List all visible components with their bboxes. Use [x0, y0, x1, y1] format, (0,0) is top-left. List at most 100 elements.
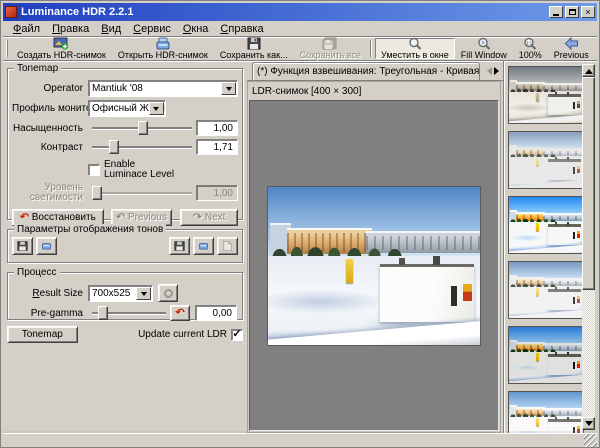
- title-bar[interactable]: Luminance HDR 2.2.1 ×: [3, 3, 597, 21]
- menu-edit[interactable]: Правка: [46, 22, 95, 36]
- previous-frame-button[interactable]: Previous: [548, 38, 595, 59]
- new-hdr-button[interactable]: Создать HDR-снимок: [11, 38, 112, 59]
- fit-window-button[interactable]: Уместить в окне: [375, 38, 455, 59]
- save-params-button[interactable]: [12, 237, 33, 255]
- chevron-down-icon[interactable]: [149, 102, 164, 115]
- enable-luminance-checkbox[interactable]: [88, 164, 100, 176]
- zoom-100-button[interactable]: 1:1 100%: [513, 38, 548, 59]
- maximize-icon: [569, 9, 576, 15]
- photo-white-kiosk: [548, 159, 581, 180]
- image-viewport[interactable]: [249, 100, 499, 431]
- maximize-button[interactable]: [565, 6, 579, 18]
- photo-kiosk-sign: [577, 296, 580, 302]
- pregamma-slider[interactable]: [92, 305, 166, 321]
- next-settings-button: ↷ Next: [180, 209, 238, 226]
- save-as-button[interactable]: Сохранить как...: [214, 38, 294, 59]
- ldr-photo: [509, 392, 583, 433]
- photo-kiosk-sign: [577, 231, 580, 237]
- previous-settings-label: Previous: [128, 212, 167, 223]
- load-comments-button[interactable]: [193, 237, 214, 255]
- photo-kiosk-sign: [577, 101, 580, 107]
- previous-frame-label: Previous: [554, 50, 589, 60]
- toolbar-handle[interactable]: [6, 40, 8, 57]
- pregamma-reset-button[interactable]: ↶: [170, 305, 190, 321]
- tone-params-group: Параметры отображения тонов: [7, 229, 243, 263]
- load-icon: [198, 240, 209, 252]
- photo-yellow-sign: [536, 93, 538, 101]
- menu-file[interactable]: Файл: [7, 22, 46, 36]
- close-button[interactable]: ×: [581, 6, 595, 18]
- ldr-subwindow: LDR-снимок [400 × 300]: [247, 81, 501, 433]
- slider-handle[interactable]: [138, 121, 148, 135]
- ldr-photo: [509, 262, 583, 318]
- photo-white-kiosk: [548, 354, 581, 375]
- update-ldr-label: Update current LDR: [138, 329, 227, 340]
- luminance-level-value: 1,00: [196, 185, 238, 201]
- custom-size-button[interactable]: [158, 284, 178, 302]
- photo-yellow-sign: [536, 353, 538, 361]
- chevron-right-icon: [494, 67, 503, 75]
- result-size-select[interactable]: 700x525: [88, 285, 153, 302]
- ldr-thumbnail[interactable]: [509, 392, 583, 433]
- photo-kiosk-door: [573, 297, 575, 304]
- status-bar: [3, 433, 597, 447]
- sidebar-scrollbar[interactable]: [582, 64, 595, 430]
- saturation-value[interactable]: 1,00: [196, 120, 238, 136]
- operator-select[interactable]: Mantiuk '08: [88, 80, 238, 97]
- photo-yellow-sign: [536, 158, 538, 166]
- open-hdr-button[interactable]: Открыть HDR-снимок: [112, 38, 214, 59]
- slider-track: [92, 146, 192, 148]
- pregamma-value[interactable]: 0,00: [195, 305, 237, 321]
- save-icon: [17, 240, 28, 252]
- load-params-button[interactable]: [36, 237, 57, 255]
- save-as-icon: [245, 37, 263, 50]
- photo-yellow-sign: [536, 223, 538, 231]
- scrollbar-thumb[interactable]: [582, 77, 595, 290]
- zoom-100-label: 100%: [519, 50, 542, 60]
- monitor-profile-select[interactable]: Офисный ЖК-монитор: [88, 100, 166, 117]
- photo-roof-vent: [555, 352, 557, 355]
- update-ldr-checkbox[interactable]: ✓: [231, 329, 243, 341]
- ldr-photo: [509, 197, 583, 253]
- chevron-down-icon[interactable]: [136, 287, 151, 300]
- ldr-thumbnail[interactable]: [509, 262, 583, 318]
- ldr-thumbnail[interactable]: [509, 197, 583, 253]
- photo-roof-vent: [555, 92, 557, 95]
- ldr-photo: [509, 132, 583, 188]
- hdr-tab[interactable]: (*) Функция взвешивания: Треугольная - К…: [252, 62, 480, 80]
- menu-windows[interactable]: Окна: [177, 22, 215, 36]
- chevron-down-icon[interactable]: [221, 82, 236, 95]
- slider-handle[interactable]: [109, 140, 119, 154]
- fill-window-button[interactable]: Fill Window: [455, 38, 513, 59]
- photo-kiosk-sign: [577, 166, 580, 172]
- slider-handle: [92, 186, 102, 200]
- process-group-title: Процесс: [14, 267, 60, 278]
- photo-kiosk-door: [573, 102, 575, 109]
- save-comments-button[interactable]: [169, 237, 190, 255]
- scroll-up-button[interactable]: [582, 64, 595, 77]
- tab-scroll-right-button[interactable]: [493, 63, 502, 79]
- ldr-thumbnail[interactable]: [509, 327, 583, 383]
- app-icon: [5, 6, 17, 18]
- contrast-row: Контраст 1,71: [12, 139, 238, 155]
- photo-roof-vent: [555, 287, 557, 290]
- minimize-button[interactable]: [549, 6, 563, 18]
- menu-view[interactable]: Вид: [95, 22, 127, 36]
- scroll-down-button[interactable]: [582, 417, 595, 430]
- resize-grip[interactable]: [584, 434, 597, 447]
- photo-roof-vent: [567, 352, 569, 355]
- triangle-down-icon: [585, 421, 593, 430]
- fill-window-label: Fill Window: [461, 50, 507, 60]
- ldr-thumbnail[interactable]: [509, 67, 583, 123]
- contrast-slider[interactable]: [92, 139, 192, 155]
- pregamma-row: Pre-gamma ↶ 0,00: [12, 305, 238, 321]
- enable-luminance-row: Enable Luminace Level: [12, 160, 238, 180]
- menu-help[interactable]: Справка: [214, 22, 269, 36]
- contrast-value[interactable]: 1,71: [196, 139, 238, 155]
- tonemap-button[interactable]: Tonemap: [7, 326, 78, 343]
- ldr-thumbnail[interactable]: [509, 132, 583, 188]
- photo-kiosk-sign: [577, 361, 580, 367]
- slider-handle[interactable]: [98, 306, 108, 320]
- menu-tools[interactable]: Сервис: [127, 22, 177, 36]
- saturation-slider[interactable]: [92, 120, 192, 136]
